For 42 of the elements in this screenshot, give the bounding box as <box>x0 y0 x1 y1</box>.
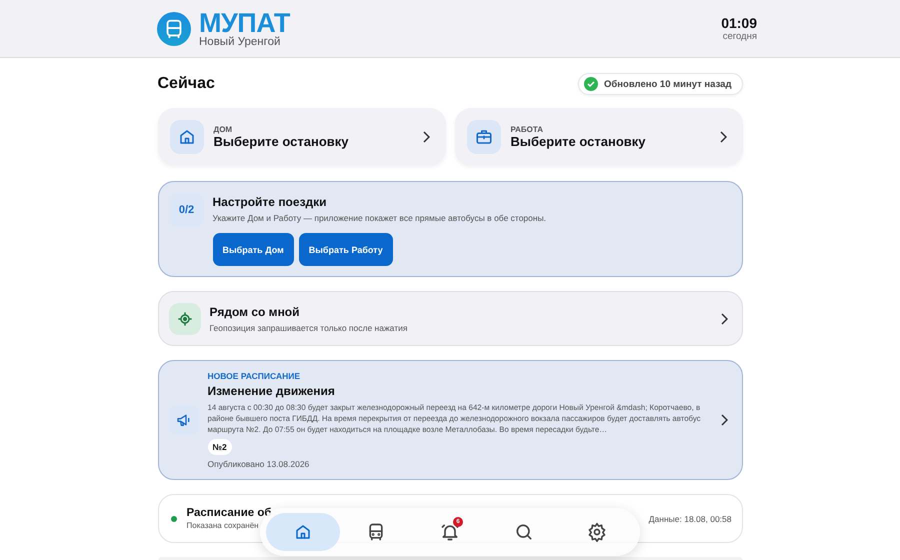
status-title: Расписание об <box>186 507 272 519</box>
check-icon <box>584 77 598 91</box>
stop-card[interactable]: РАБОТА Выберите остановку <box>454 108 742 165</box>
bell-icon <box>440 522 460 542</box>
chevron-right-icon <box>720 312 728 324</box>
choose-button[interactable]: Выбрать Работу <box>298 233 393 266</box>
bus-logo <box>157 12 191 46</box>
app-title: МУПАТ <box>199 10 290 36</box>
news-title: Изменение движения <box>208 384 336 398</box>
stop-value: Выберите остановку <box>510 134 647 148</box>
stop-value: Выберите остановку <box>214 134 350 148</box>
current-time: 01:09 <box>721 15 757 31</box>
megaphone-icon <box>176 412 192 428</box>
city-name: Новый Уренгой <box>199 36 282 48</box>
chevron-right-icon <box>720 414 728 426</box>
data-timestamp: Данные: 18.08, 00:58 <box>648 514 732 524</box>
publish-date: Опубликовано 13.08.2026 <box>208 459 310 470</box>
search-icon <box>514 522 534 542</box>
stop-card[interactable]: ДОМ Выберите остановку <box>158 108 446 165</box>
nearby-card[interactable]: Рядом со мной Геопозиция запрашивается только после нажатия <box>158 291 742 346</box>
chevron-right-icon <box>718 130 726 142</box>
settings-icon <box>587 522 608 542</box>
route-chip: №2 <box>208 439 232 456</box>
progress-counter: 0/2 <box>170 193 204 227</box>
briefcase-icon <box>474 128 492 146</box>
setup-text: Укажите Дом и Работу — приложение покажет все прямые автобусы в обе стороны. <box>212 213 546 223</box>
home-icon <box>294 523 312 541</box>
target-icon <box>176 310 192 326</box>
nearby-text: Геопозиция запрашивается только после нажатия <box>210 322 408 332</box>
news-tag: НОВОЕ РАСПИСАНИЕ <box>208 370 710 381</box>
chevron-right-icon <box>422 130 430 142</box>
status-dot <box>170 516 176 522</box>
stop-label: РАБОТА <box>510 124 544 134</box>
news-card[interactable] <box>158 360 742 480</box>
house-icon <box>178 128 196 146</box>
update-badge: Обновлено 10 минут назад <box>578 73 742 95</box>
nearby-title: Рядом со мной <box>210 304 301 318</box>
choose-button[interactable]: Выбрать Дом <box>212 233 294 266</box>
day-label: сегодня <box>722 31 757 42</box>
section-heading: Сейчас <box>158 75 215 93</box>
stop-label: ДОМ <box>214 124 234 134</box>
setup-title: Настройте поездки <box>212 195 328 209</box>
